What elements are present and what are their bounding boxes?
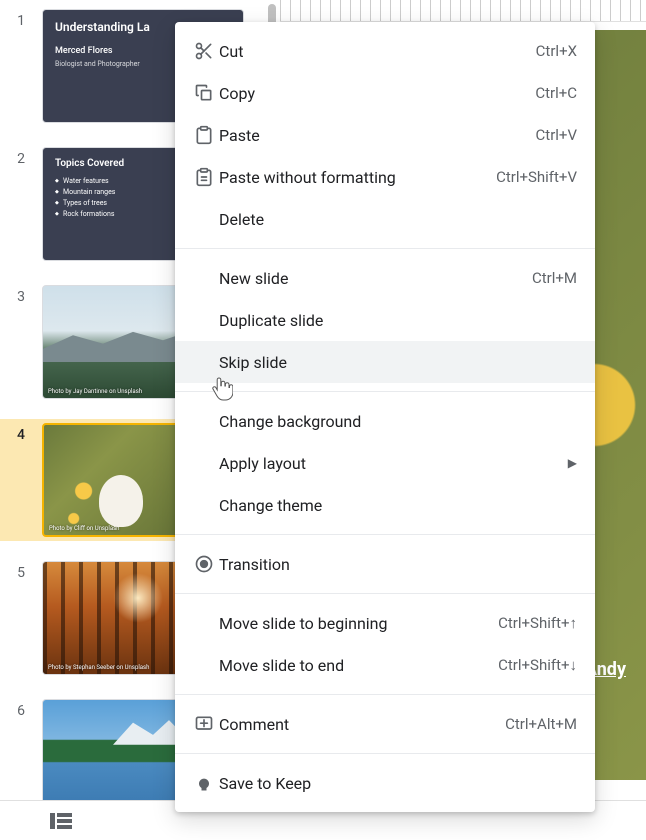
menu-item-label: Paste without formatting xyxy=(219,168,496,187)
menu-shortcut: Ctrl+Alt+M xyxy=(505,715,577,733)
menu-shortcut: Ctrl+C xyxy=(535,84,577,102)
menu-item-label: Duplicate slide xyxy=(219,311,577,330)
menu-shortcut: Ctrl+Shift+↓ xyxy=(498,656,577,674)
submenu-arrow-icon: ▶ xyxy=(568,456,577,470)
menu-item-label: Comment xyxy=(219,715,505,734)
menu-separator xyxy=(175,391,595,392)
slide-number: 6 xyxy=(0,699,42,719)
keep-icon xyxy=(189,773,219,793)
menu-item-move-slide-to-beginning[interactable]: Move slide to beginningCtrl+Shift+↑ xyxy=(175,602,595,644)
menu-item-change-theme[interactable]: Change theme xyxy=(175,484,595,526)
paste-icon xyxy=(194,125,214,145)
slide-number: 4 xyxy=(0,423,42,443)
slide-number: 3 xyxy=(0,285,42,305)
paste-plain-icon xyxy=(194,167,214,187)
menu-separator xyxy=(175,248,595,249)
grid-view-icon[interactable] xyxy=(50,813,72,829)
menu-shortcut: Ctrl+V xyxy=(536,126,577,144)
menu-item-copy[interactable]: CopyCtrl+C xyxy=(175,72,595,114)
menu-item-label: Change background xyxy=(219,412,577,431)
menu-item-apply-layout[interactable]: Apply layout ▶ xyxy=(175,442,595,484)
menu-item-skip-slide[interactable]: Skip slide xyxy=(175,341,595,383)
cut-icon xyxy=(189,41,219,61)
menu-shortcut: Ctrl+M xyxy=(532,269,577,287)
slide-number: 2 xyxy=(0,147,42,167)
menu-separator xyxy=(175,593,595,594)
paste-icon xyxy=(189,125,219,145)
menu-item-new-slide[interactable]: New slideCtrl+M xyxy=(175,257,595,299)
menu-item-delete[interactable]: Delete xyxy=(175,198,595,240)
comment-icon xyxy=(189,714,219,734)
transition-icon xyxy=(194,554,214,574)
menu-item-comment[interactable]: CommentCtrl+Alt+M xyxy=(175,703,595,745)
menu-item-duplicate-slide[interactable]: Duplicate slide xyxy=(175,299,595,341)
paste-plain-icon xyxy=(189,167,219,187)
menu-item-paste[interactable]: PasteCtrl+V xyxy=(175,114,595,156)
menu-item-label: Skip slide xyxy=(219,353,577,372)
keep-icon xyxy=(194,773,214,793)
menu-separator xyxy=(175,534,595,535)
slide-number: 5 xyxy=(0,561,42,581)
menu-separator xyxy=(175,753,595,754)
menu-item-paste-without-formatting[interactable]: Paste without formattingCtrl+Shift+V xyxy=(175,156,595,198)
photo-credit: Photo by Cliff on Unsplash xyxy=(49,525,120,532)
menu-item-change-background[interactable]: Change background xyxy=(175,400,595,442)
menu-item-move-slide-to-end[interactable]: Move slide to endCtrl+Shift+↓ xyxy=(175,644,595,686)
menu-item-label: Transition xyxy=(219,555,577,574)
menu-item-label: Delete xyxy=(219,210,577,229)
copy-icon xyxy=(194,83,214,103)
menu-item-label: Apply layout xyxy=(219,454,560,473)
menu-item-label: Move slide to beginning xyxy=(219,614,498,633)
copy-icon xyxy=(189,83,219,103)
menu-item-label: Move slide to end xyxy=(219,656,498,675)
menu-item-label: Paste xyxy=(219,126,536,145)
slide-number: 1 xyxy=(0,9,42,29)
horizontal-ruler xyxy=(280,0,646,22)
menu-item-label: Cut xyxy=(219,42,536,61)
menu-shortcut: Ctrl+X xyxy=(536,42,577,60)
menu-item-transition[interactable]: Transition xyxy=(175,543,595,585)
menu-separator xyxy=(175,694,595,695)
photo-credit: Photo by Stephan Seeber on Unsplash xyxy=(48,664,149,671)
menu-item-label: Copy xyxy=(219,84,535,103)
cut-icon xyxy=(194,41,214,61)
menu-item-save-to-keep[interactable]: Save to Keep xyxy=(175,762,595,804)
menu-shortcut: Ctrl+Shift+↑ xyxy=(498,614,577,632)
context-menu: CutCtrl+XCopyCtrl+CPasteCtrl+VPaste with… xyxy=(175,22,595,812)
photo-credit: Photo by Jay Dantinne on Unsplash xyxy=(48,388,142,395)
transition-icon xyxy=(189,554,219,574)
menu-item-label: Save to Keep xyxy=(219,774,577,793)
menu-item-label: New slide xyxy=(219,269,532,288)
menu-shortcut: Ctrl+Shift+V xyxy=(496,168,577,186)
menu-item-cut[interactable]: CutCtrl+X xyxy=(175,30,595,72)
menu-item-label: Change theme xyxy=(219,496,577,515)
comment-icon xyxy=(194,714,214,734)
